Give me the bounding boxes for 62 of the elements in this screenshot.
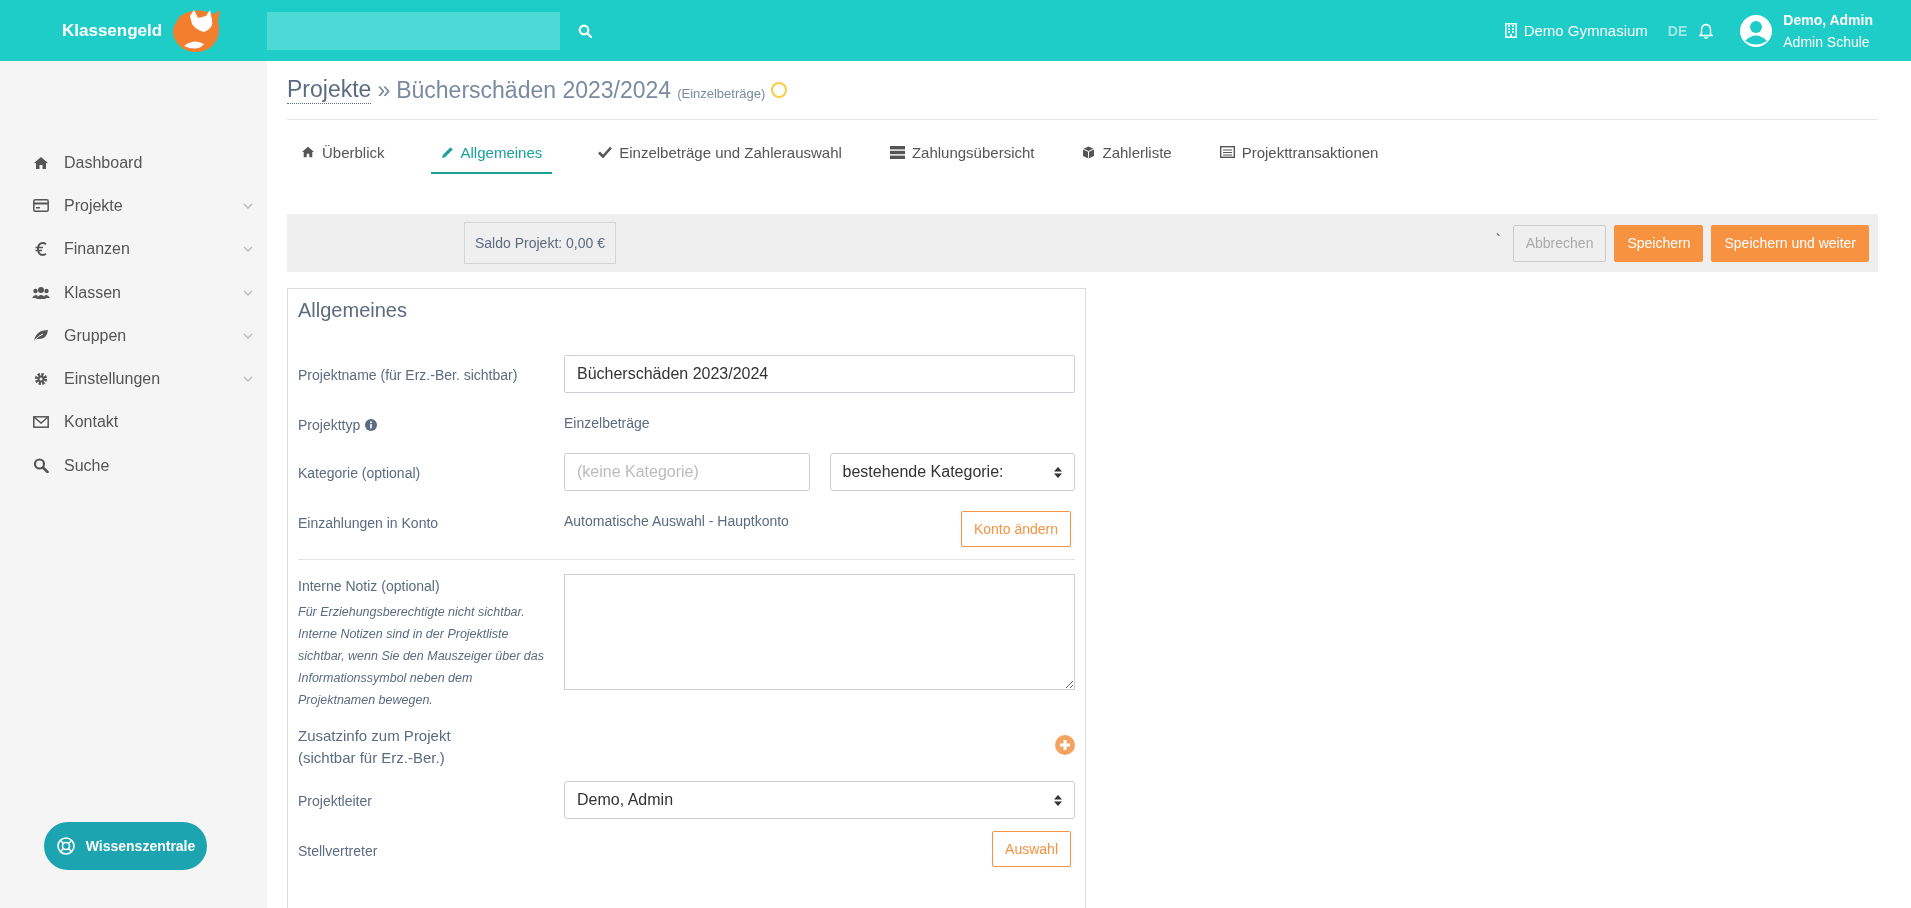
user-role: Admin Schule — [1783, 32, 1871, 52]
plus-circle-icon[interactable] — [1055, 735, 1075, 755]
leaf-icon — [32, 329, 50, 343]
search-icon — [32, 458, 50, 474]
language-label: DE — [1667, 22, 1688, 39]
sort-arrows-icon — [1054, 466, 1062, 478]
status-circle-icon — [771, 82, 788, 98]
sidebar-item[interactable]: Kontakt — [0, 400, 267, 445]
project-lead-dropdown[interactable]: Demo, Admin — [564, 781, 1075, 819]
stray-mark: ` — [1495, 232, 1501, 250]
server-icon — [889, 145, 905, 159]
hint-text: Für Erziehungsberechtigte nicht sichtbar. Interne Notizen sind in der Projektliste sichtbar, wenn Sie den Mauszeiger über das Informationssymbol neben dem Projektnamen bewegen. — [298, 604, 545, 709]
field-label: Projekttyp — [298, 416, 361, 435]
gear-icon — [32, 372, 50, 387]
sidebar-item[interactable]: Suche — [0, 444, 267, 488]
sidebar-item[interactable]: Finanzen — [0, 227, 267, 271]
tab[interactable]: Überblick — [299, 132, 387, 174]
page-title: Bücherschäden 2023/2024 — [396, 76, 672, 104]
envelope-icon — [32, 416, 50, 429]
avatar-icon[interactable] — [1739, 13, 1774, 48]
card-title: Allgemeines — [298, 299, 408, 322]
house-icon — [301, 146, 315, 158]
field-value: Einzelbeträge — [564, 414, 650, 433]
lifebuoy-icon — [55, 836, 76, 856]
category-dropdown[interactable]: bestehende Kategorie: — [829, 453, 1075, 491]
note-textarea[interactable] — [564, 574, 1075, 690]
tab[interactable]: Projekttransaktionen — [1217, 132, 1381, 174]
category-field[interactable]: (keine Kategorie) — [564, 453, 810, 491]
info-icon[interactable] — [365, 419, 378, 431]
sidebar-item[interactable]: Gruppen — [0, 314, 267, 358]
breadcrumb-separator: » — [377, 76, 391, 104]
building-icon — [1504, 23, 1517, 38]
sidebar-item[interactable]: Dashboard — [0, 141, 267, 185]
sort-arrows-icon — [1054, 794, 1062, 806]
list-card-icon — [1219, 146, 1235, 158]
cube-icon — [1082, 145, 1096, 159]
bell-icon[interactable] — [1699, 22, 1714, 39]
tab[interactable]: Einzelbeträge und Zahlerauswahl — [596, 132, 844, 174]
field-label: Projektleiter — [298, 792, 372, 811]
house-icon — [32, 155, 50, 170]
field-label: Interne Notiz (optional) — [298, 577, 440, 596]
search-field[interactable] — [267, 11, 560, 50]
search-icon[interactable] — [578, 23, 592, 38]
field-label: Projektname (für Erz.-Ber. sichtbar) — [298, 366, 518, 385]
project-type-label: (Einzelbeträge) — [677, 85, 766, 101]
field-label: Zusatzinfo zum Projekt (sichtbar für Erz.-Ber.) — [298, 726, 452, 768]
credit-card-icon — [32, 199, 50, 213]
field-label: Stellvertreter — [298, 842, 378, 861]
breadcrumb-link[interactable]: Projekte — [287, 76, 372, 104]
sidebar-item[interactable]: Klassen — [0, 270, 267, 315]
field-value: Automatische Auswahl - Hauptkonto — [564, 512, 789, 531]
field-label: Kategorie (optional) — [298, 464, 421, 483]
people-icon — [32, 286, 50, 300]
checkmark-icon — [598, 146, 613, 158]
pencil-icon — [440, 145, 454, 159]
tab[interactable]: Zahlerliste — [1080, 132, 1174, 174]
tab[interactable]: Zahlungsübersicht — [887, 132, 1037, 174]
sidebar-item[interactable]: Projekte — [0, 184, 267, 228]
balance-display: Saldo Projekt: 0,00 € — [464, 222, 616, 264]
field-label: Einzahlungen in Konto — [298, 514, 439, 533]
sidebar-item[interactable]: Einstellungen — [0, 357, 267, 401]
project-name-field[interactable]: Bücherschäden 2023/2024 — [564, 355, 1075, 393]
